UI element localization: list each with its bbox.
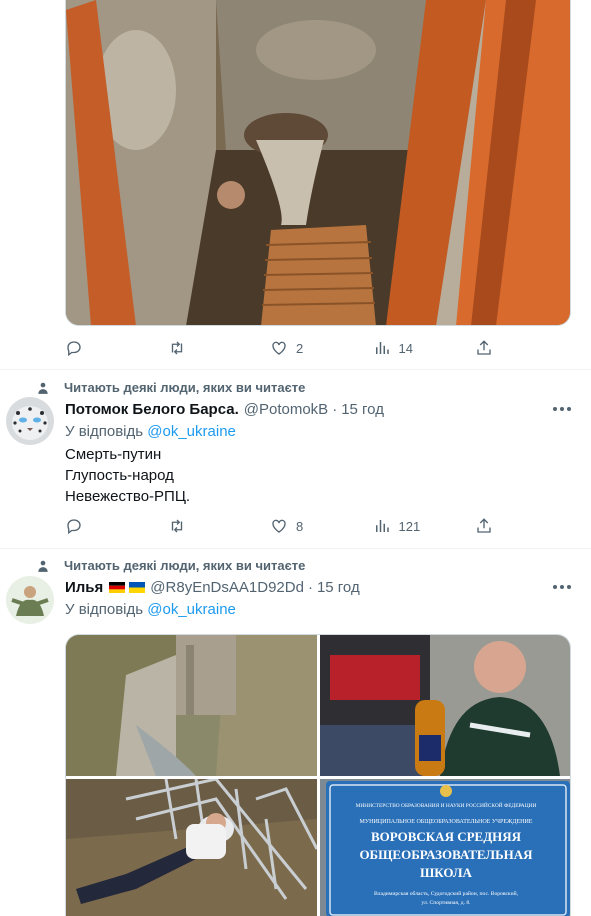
media-photo-outhouse[interactable] xyxy=(66,635,317,776)
views-count: 14 xyxy=(398,340,413,356)
tweet2-header: Потомок Белого Барса. @PotomokB · 15 год xyxy=(65,401,384,418)
sign-addr2-text: ул. Спортивная, д. 8. xyxy=(421,900,471,906)
social-context-text: Читають деякі люди, яких ви читаєте xyxy=(64,380,306,395)
tweet3-social-context: Читають деякі люди, яких ви читаєте xyxy=(36,558,305,573)
views-count: 121 xyxy=(398,518,421,534)
tweet3-reply-context: У відповідь @ok_ukraine xyxy=(65,601,236,618)
reply-button[interactable] xyxy=(65,339,155,357)
tweet-text-line: Глупость-народ xyxy=(65,467,174,484)
sign-line3-text: ШКОЛА xyxy=(420,865,473,880)
heart-icon xyxy=(272,341,286,355)
sign-org-text: МУНИЦИПАЛЬНОЕ ОБЩЕОБРАЗОВАТЕЛЬНОЕ УЧРЕЖД… xyxy=(360,819,533,825)
author-name[interactable]: Потомок Белого Барса. xyxy=(65,401,239,418)
tweet3-media-grid: МИНИСТЕРСТВО ОБРАЗОВАНИЯ И НАУКИ РОССИЙС… xyxy=(65,634,571,916)
like-count: 8 xyxy=(296,518,304,534)
snow-leopard-avatar-image xyxy=(6,397,54,445)
sign-line1-text: ВОРОВСКАЯ СРЕДНЯЯ xyxy=(371,829,522,844)
separator-dot: · xyxy=(307,579,313,596)
tweet-text-line: Невежество-РПЦ. xyxy=(65,488,191,505)
tweet-divider xyxy=(0,369,591,370)
like-button[interactable]: 2 xyxy=(270,339,360,357)
media-photo-man-lying[interactable] xyxy=(66,779,317,916)
sign-line2-text: ОБЩЕОБРАЗОВАТЕЛЬНАЯ xyxy=(359,847,533,862)
like-count: 2 xyxy=(296,340,304,356)
views-button[interactable]: 121 xyxy=(373,517,463,535)
tweet-text-line: Смерть-путин xyxy=(65,446,162,463)
school-sign-photo-image: МИНИСТЕРСТВО ОБРАЗОВАНИЯ И НАУКИ РОССИЙС… xyxy=(320,779,570,916)
reply-button[interactable] xyxy=(65,517,155,535)
author-handle[interactable]: @R8yEnDsAA1D92Dd xyxy=(150,579,304,596)
tweet-divider xyxy=(0,548,591,549)
retweet-button[interactable] xyxy=(168,517,258,535)
reply-icon xyxy=(67,341,81,357)
more-options-button[interactable] xyxy=(553,584,571,590)
man-with-bottle-photo-image xyxy=(320,635,570,776)
tweet1-actions: 2 14 xyxy=(65,338,495,358)
views-chart-icon xyxy=(375,520,389,532)
retweet-icon xyxy=(171,519,182,533)
reply-prefix: У відповідь xyxy=(65,423,144,440)
views-button[interactable]: 14 xyxy=(373,339,463,357)
flag-ukraine-icon xyxy=(129,582,146,593)
tweet3-header: Илья @R8yEnDsAA1D92Dd · 15 год xyxy=(65,579,360,596)
tweet2-social-context: Читають деякі люди, яких ви читаєте xyxy=(36,380,305,395)
tweet2-avatar[interactable] xyxy=(6,397,54,445)
share-icon xyxy=(477,340,491,355)
outhouse-photo-image xyxy=(66,635,317,776)
tweet2-text: Смерть-путин Глупость-народ Невежество-Р… xyxy=(65,444,190,507)
person-icon xyxy=(38,560,48,572)
reply-icon xyxy=(67,519,81,535)
share-button[interactable] xyxy=(475,339,495,357)
share-button[interactable] xyxy=(475,517,495,535)
heart-icon xyxy=(272,519,286,533)
tweet2-actions: 8 121 xyxy=(65,516,495,536)
reply-prefix: У відповідь xyxy=(65,601,144,618)
man-lying-photo-image xyxy=(66,779,317,916)
tweet1-media-photo[interactable] xyxy=(65,0,571,326)
author-name[interactable]: Илья xyxy=(65,579,103,596)
retweet-icon xyxy=(171,341,182,355)
person-icon xyxy=(38,382,48,394)
flag-germany-icon xyxy=(109,582,126,593)
social-context-text: Читають деякі люди, яких ви читаєте xyxy=(64,558,306,573)
sign-addr1-text: Владимирская область, Судогодский район,… xyxy=(374,890,519,897)
media-photo-school-sign[interactable]: МИНИСТЕРСТВО ОБРАЗОВАНИЯ И НАУКИ РОССИЙС… xyxy=(320,779,570,916)
media-photo-man-bottle[interactable] xyxy=(320,635,570,776)
separator-dot: · xyxy=(332,401,338,418)
more-options-button[interactable] xyxy=(553,406,571,412)
reply-mention-link[interactable]: @ok_ukraine xyxy=(147,601,236,618)
views-chart-icon xyxy=(375,342,389,354)
toilet-photo-image xyxy=(66,0,570,325)
tweet-timestamp[interactable]: 15 год xyxy=(317,579,360,596)
author-handle[interactable]: @PotomokB xyxy=(244,401,328,418)
tweet-timestamp[interactable]: 15 год xyxy=(341,401,384,418)
share-icon xyxy=(477,518,491,533)
person-avatar-image xyxy=(6,576,54,624)
like-button[interactable]: 8 xyxy=(270,517,360,535)
sign-ministry-text: МИНИСТЕРСТВО ОБРАЗОВАНИЯ И НАУКИ РОССИЙС… xyxy=(356,801,537,809)
tweet2-reply-context: У відповідь @ok_ukraine xyxy=(65,423,236,440)
retweet-button[interactable] xyxy=(168,339,258,357)
reply-mention-link[interactable]: @ok_ukraine xyxy=(147,423,236,440)
tweet3-avatar[interactable] xyxy=(6,576,54,624)
